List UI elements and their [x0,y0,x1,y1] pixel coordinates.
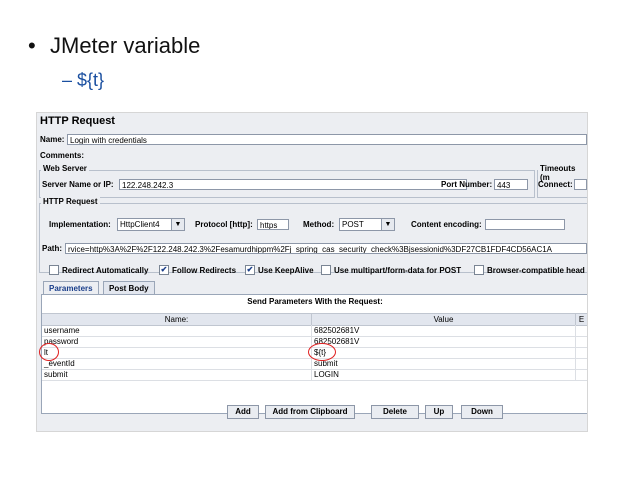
server-input[interactable]: 122.248.242.3 [119,179,467,190]
checkbox-label: Redirect Automatically [62,265,149,275]
jmeter-http-request-panel: HTTP Request Name: Login with credential… [36,112,588,432]
chevron-down-icon[interactable]: ▼ [171,219,184,230]
checkbox-label: Browser-compatible head [487,265,585,275]
browser-compatible-checkbox[interactable]: Browser-compatible head [474,265,585,275]
comments-label: Comments: [40,151,85,160]
use-keepalive-checkbox[interactable]: ✔ Use KeepAlive [245,265,314,275]
implementation-value: HttpClient4 [120,220,160,229]
delete-button[interactable]: Delete [371,405,419,419]
table-title: Send Parameters With the Request: [247,297,383,306]
protocol-input[interactable]: https [257,219,289,230]
method-label: Method: [303,220,335,229]
param-name-cell[interactable]: lt [42,347,312,358]
bullet-text: JMeter variable [50,33,201,58]
method-value: POST [342,220,364,229]
bullet-jmeter-variable: • JMeter variable [28,33,200,59]
bullet-mark: • [28,33,36,58]
connect-label: Connect: [538,180,573,189]
column-header-encode[interactable]: E [576,314,587,325]
param-value-cell[interactable]: ${t} [312,347,576,358]
path-input[interactable]: rvice=http%3A%2F%2F122.248.242.3%2Fesamu… [65,243,587,254]
encoding-input[interactable] [485,219,565,230]
port-label: Port Number: [441,180,493,189]
follow-redirects-checkbox[interactable]: ✔ Follow Redirects [159,265,236,275]
param-value-cell[interactable]: 682502681V [312,336,576,347]
param-value-cell[interactable]: 682502681V [312,325,576,336]
param-encode-cell[interactable] [576,325,587,336]
method-select[interactable]: POST ▼ [339,218,395,231]
param-name-cell[interactable]: username [42,325,312,336]
param-name-cell[interactable]: password [42,336,312,347]
name-input[interactable]: Login with credentials [67,134,587,145]
param-encode-cell[interactable] [576,336,587,347]
checkbox-checked-icon[interactable]: ✔ [159,265,169,275]
server-label: Server Name or IP: [42,180,114,189]
down-button[interactable]: Down [461,405,503,419]
param-encode-cell[interactable] [576,358,587,369]
param-value-cell[interactable]: LOGIN [312,369,576,380]
http-request-group-label: HTTP Request [41,197,100,206]
checkbox-label: Use multipart/form-data for POST [334,265,462,275]
encoding-label: Content encoding: [411,220,482,229]
name-label: Name: [40,135,65,144]
highlight-circle-value [308,343,336,361]
tab-parameters[interactable]: Parameters [43,281,99,294]
sub-bullet-variable: – ${t} [62,70,105,90]
table-row[interactable]: submit LOGIN [42,369,587,381]
panel-title: HTTP Request [40,115,115,127]
path-label: Path: [42,244,62,253]
param-encode-cell[interactable] [576,347,587,358]
protocol-label: Protocol [http]: [195,220,253,229]
checkbox-label: Use KeepAlive [258,265,314,275]
checkbox-box[interactable] [474,265,484,275]
http-request-group [39,203,587,273]
port-input[interactable]: 443 [494,179,528,190]
parameters-table: Send Parameters With the Request: Name: … [39,294,587,414]
up-button[interactable]: Up [425,405,453,419]
connect-input[interactable] [574,179,587,190]
chevron-down-icon[interactable]: ▼ [381,219,394,230]
implementation-label: Implementation: [49,220,111,229]
tab-post-body[interactable]: Post Body [103,281,155,294]
checkbox-checked-icon[interactable]: ✔ [245,265,255,275]
column-header-value[interactable]: Value [312,314,576,325]
highlight-circle-name [39,343,59,361]
param-name-cell[interactable]: _eventId [42,358,312,369]
column-header-name[interactable]: Name: [42,314,312,325]
param-encode-cell[interactable] [576,369,587,380]
param-value-cell[interactable]: submit [312,358,576,369]
multipart-checkbox[interactable]: Use multipart/form-data for POST [321,265,461,275]
redirect-automatically-checkbox[interactable]: Redirect Automatically [49,265,148,275]
implementation-select[interactable]: HttpClient4 ▼ [117,218,185,231]
checkbox-box[interactable] [321,265,331,275]
web-server-label: Web Server [41,164,89,173]
param-name-cell[interactable]: submit [42,369,312,380]
checkbox-label: Follow Redirects [172,265,237,275]
checkbox-box[interactable] [49,265,59,275]
add-from-clipboard-button[interactable]: Add from Clipboard [265,405,355,419]
add-button[interactable]: Add [227,405,259,419]
